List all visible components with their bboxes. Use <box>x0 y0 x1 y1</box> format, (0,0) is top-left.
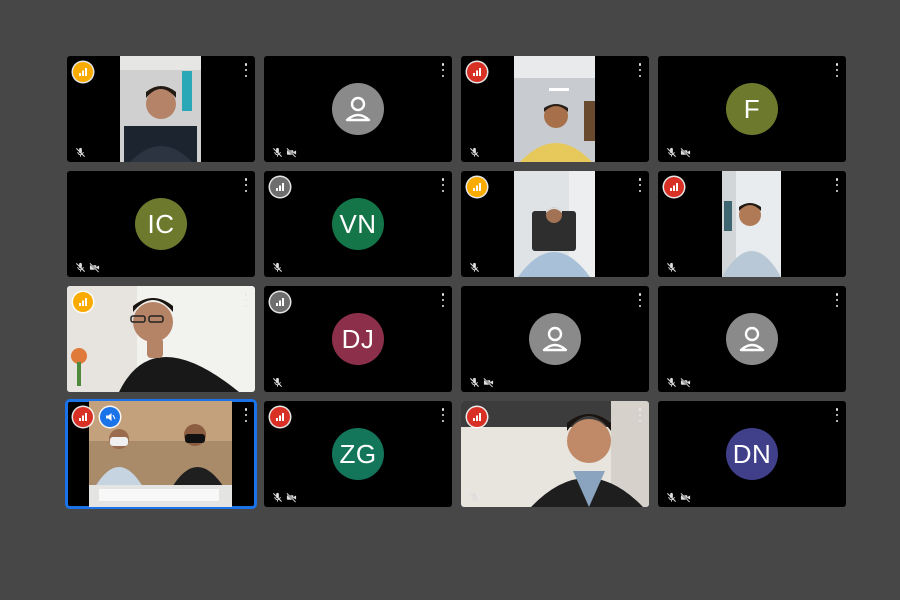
participant-avatar: IC <box>135 198 187 250</box>
camera-off-icon <box>680 492 691 503</box>
participant-video <box>722 171 781 277</box>
participant-tile[interactable]: DJ <box>264 286 452 392</box>
status-icons <box>469 377 494 388</box>
camera-off-icon <box>286 147 297 158</box>
participant-video <box>461 401 649 507</box>
status-icons <box>469 492 480 503</box>
participant-video <box>514 56 595 162</box>
mic-off-icon <box>469 492 480 503</box>
participant-tile[interactable]: VN <box>264 171 452 277</box>
mic-off-icon <box>666 377 677 388</box>
camera-off-icon <box>680 147 691 158</box>
mic-muted-badge-icon <box>100 407 120 427</box>
participant-avatar: DN <box>726 428 778 480</box>
more-vert-icon[interactable] <box>439 408 447 422</box>
signal-bars-icon <box>467 62 487 82</box>
person-icon <box>726 313 778 365</box>
more-vert-icon[interactable] <box>242 178 250 192</box>
status-icons <box>666 262 677 273</box>
signal-bars-icon <box>664 177 684 197</box>
status-icons <box>272 262 283 273</box>
camera-off-icon <box>680 377 691 388</box>
signal-bars-icon <box>270 407 290 427</box>
more-vert-icon[interactable] <box>636 408 644 422</box>
mic-off-icon <box>469 377 480 388</box>
participant-avatar: VN <box>332 198 384 250</box>
signal-bars-icon <box>270 292 290 312</box>
more-vert-icon[interactable] <box>636 293 644 307</box>
participant-tile[interactable]: IC <box>67 171 255 277</box>
participant-tile[interactable]: ZG <box>264 401 452 507</box>
camera-off-icon <box>483 377 494 388</box>
more-vert-icon[interactable] <box>833 408 841 422</box>
participant-tile[interactable]: DN <box>658 401 846 507</box>
participant-tile[interactable] <box>65 399 257 509</box>
mic-off-icon <box>75 262 86 273</box>
camera-off-icon <box>89 262 100 273</box>
mic-off-icon <box>666 492 677 503</box>
status-icons <box>666 147 691 158</box>
participant-video <box>514 171 595 277</box>
participant-tile[interactable]: F <box>658 56 846 162</box>
mic-off-icon <box>272 147 283 158</box>
status-icons <box>666 377 691 388</box>
participant-tile[interactable] <box>461 286 649 392</box>
participant-tile[interactable] <box>67 56 255 162</box>
more-vert-icon[interactable] <box>242 63 250 77</box>
participant-video <box>120 56 201 162</box>
mic-off-icon <box>272 262 283 273</box>
person-icon <box>332 83 384 135</box>
mic-off-icon <box>666 262 677 273</box>
mic-off-icon <box>469 262 480 273</box>
mic-off-icon <box>272 492 283 503</box>
participant-tile[interactable] <box>67 286 255 392</box>
mic-off-icon <box>272 377 283 388</box>
mic-off-icon <box>666 147 677 158</box>
signal-bars-icon <box>73 62 93 82</box>
participant-avatar: DJ <box>332 313 384 365</box>
participant-tile[interactable] <box>264 56 452 162</box>
signal-bars-icon <box>270 177 290 197</box>
signal-bars-icon <box>467 407 487 427</box>
more-vert-icon[interactable] <box>833 178 841 192</box>
more-vert-icon[interactable] <box>242 408 250 422</box>
participant-tile[interactable] <box>658 171 846 277</box>
more-vert-icon[interactable] <box>439 178 447 192</box>
person-icon <box>529 313 581 365</box>
mic-off-icon <box>469 147 480 158</box>
more-vert-icon[interactable] <box>439 63 447 77</box>
status-icons <box>272 147 297 158</box>
more-vert-icon[interactable] <box>833 293 841 307</box>
status-icons <box>272 377 283 388</box>
participant-tile[interactable] <box>658 286 846 392</box>
camera-off-icon <box>286 492 297 503</box>
signal-bars-icon <box>467 177 487 197</box>
participant-avatar: ZG <box>332 428 384 480</box>
participant-tile[interactable] <box>461 401 649 507</box>
mic-off-icon <box>75 147 86 158</box>
more-vert-icon[interactable] <box>242 293 250 307</box>
status-icons <box>75 147 86 158</box>
participant-grid: F IC VN DJ ZG DN <box>65 56 848 509</box>
signal-bars-icon <box>73 407 93 427</box>
more-vert-icon[interactable] <box>636 178 644 192</box>
participant-video <box>67 286 255 392</box>
participant-avatar: F <box>726 83 778 135</box>
status-icons <box>469 147 480 158</box>
status-icons <box>666 492 691 503</box>
more-vert-icon[interactable] <box>636 63 644 77</box>
participant-tile[interactable] <box>461 171 649 277</box>
participant-tile[interactable] <box>461 56 649 162</box>
status-icons <box>469 262 480 273</box>
status-icons <box>272 492 297 503</box>
more-vert-icon[interactable] <box>439 293 447 307</box>
signal-bars-icon <box>73 292 93 312</box>
more-vert-icon[interactable] <box>833 63 841 77</box>
status-icons <box>75 262 100 273</box>
